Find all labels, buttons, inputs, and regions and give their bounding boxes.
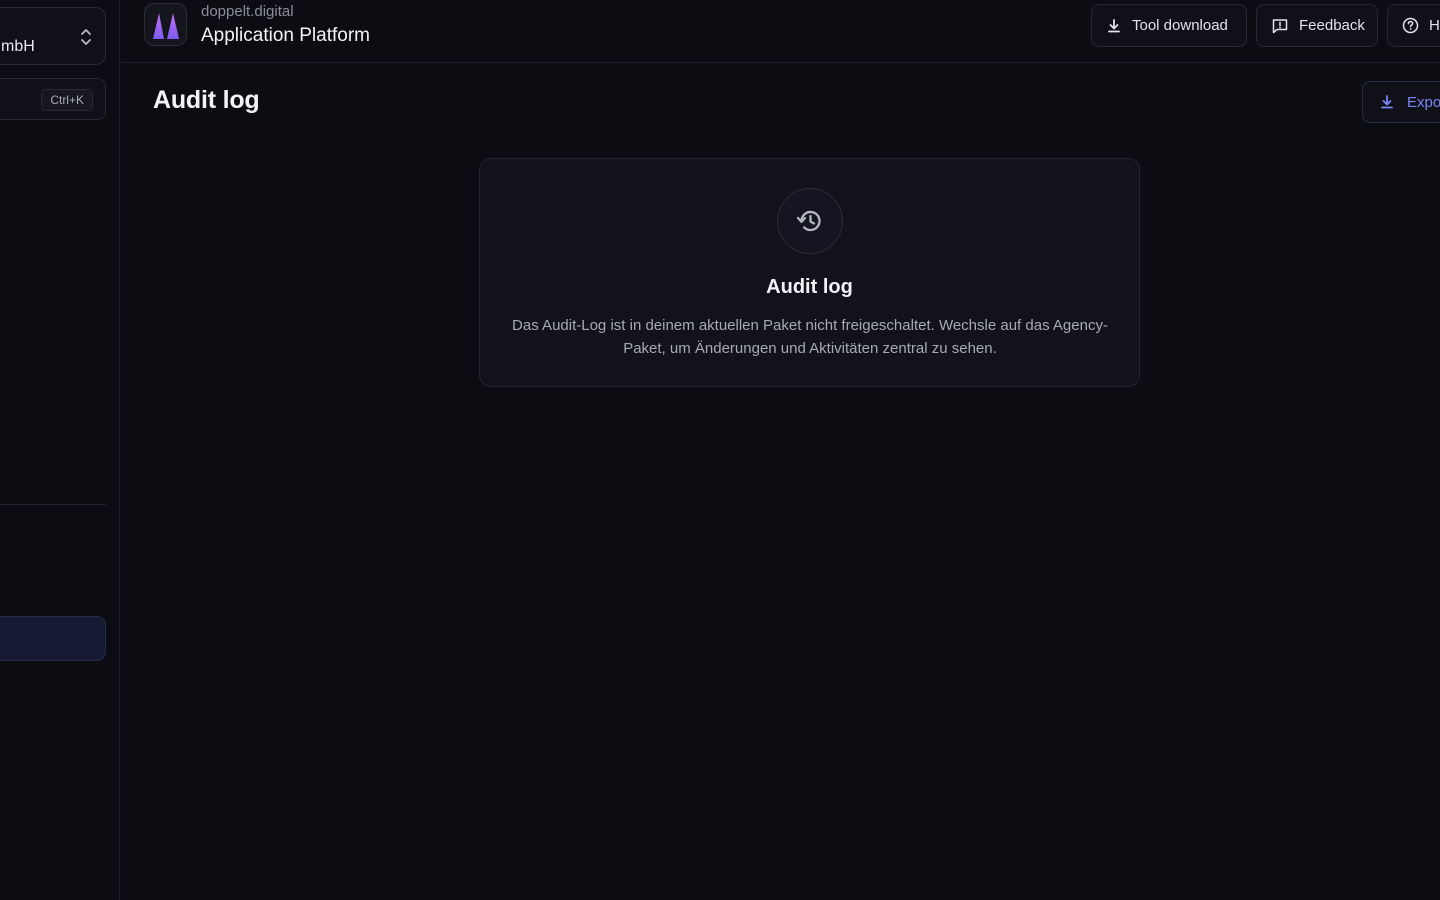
sidebar-search[interactable]: Ctrl+K <box>0 78 106 120</box>
tool-download-button[interactable]: Tool download <box>1091 4 1247 47</box>
download-icon <box>1108 18 1120 32</box>
help-label: H <box>1429 17 1440 34</box>
top-bar: doppelt.digital Application Platform Too… <box>121 0 1440 63</box>
empty-state-icon-circle <box>777 188 843 254</box>
tool-download-label: Tool download <box>1132 17 1228 34</box>
search-shortcut-hint: Ctrl+K <box>41 89 93 111</box>
organization-name: mbH <box>1 38 35 55</box>
export-label: Expo <box>1407 93 1440 111</box>
export-button[interactable]: Expo <box>1362 81 1440 123</box>
feedback-icon <box>1272 18 1288 33</box>
brand-subtitle: doppelt.digital <box>201 3 294 20</box>
empty-state-card: Audit log Das Audit-Log ist in deinem ak… <box>479 158 1140 387</box>
help-icon <box>1402 17 1419 34</box>
chevron-up-down-icon <box>81 29 91 45</box>
logo-icon <box>153 13 179 39</box>
app-logo[interactable] <box>144 3 187 46</box>
brand-title: Application Platform <box>201 25 370 46</box>
feedback-button[interactable]: Feedback <box>1256 4 1378 47</box>
sidebar-item-audit-log-active[interactable] <box>0 616 106 661</box>
history-icon <box>796 210 821 232</box>
empty-state-message: Das Audit-Log ist in deinem aktuellen Pa… <box>512 317 1108 357</box>
sidebar-item-settings[interactable]: ngs <box>0 680 119 697</box>
sidebar: mbH Ctrl+K ngs <box>0 0 120 900</box>
sidebar-divider <box>0 504 106 505</box>
help-button[interactable]: H <box>1387 4 1440 47</box>
empty-state-title: Audit log <box>766 276 853 298</box>
page-title: Audit log <box>153 86 260 114</box>
download-icon <box>1381 95 1393 109</box>
organization-switcher[interactable]: mbH <box>0 7 106 65</box>
feedback-label: Feedback <box>1299 17 1365 34</box>
